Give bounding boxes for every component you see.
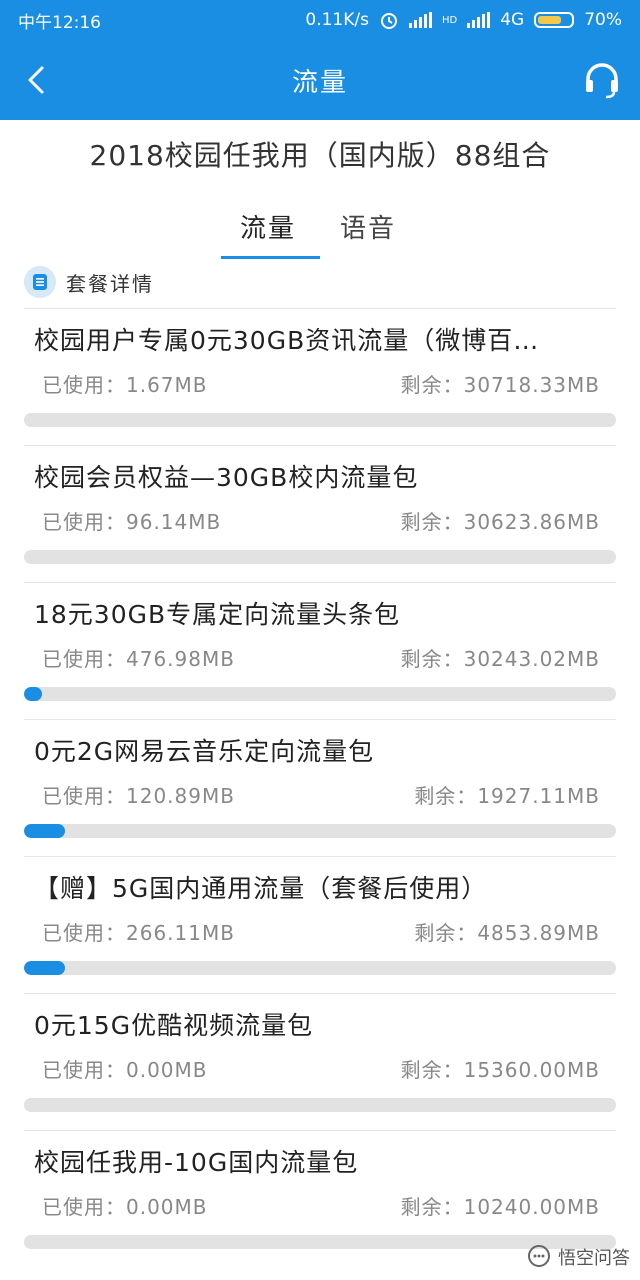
remain-label: 剩余： <box>400 647 464 671</box>
net-speed: 0.11K/s <box>305 10 369 30</box>
package-name: 校园任我用-10G国内流量包 <box>34 1148 359 1177</box>
network-type: 4G <box>500 10 525 30</box>
remaining-amount: 剩余：10240.00MB <box>401 1191 600 1220</box>
remain-value: 30243.02MB <box>463 647 600 671</box>
usage-progress-bar <box>24 550 616 564</box>
status-indicators: 0.11K/s HD 4G 70% <box>305 10 622 30</box>
package-name: 校园用户专属0元30GB资讯流量（微博百… <box>34 326 540 355</box>
package-name: 18元30GB专属定向流量头条包 <box>34 600 401 629</box>
remaining-amount: 剩余：30718.33MB <box>401 369 600 398</box>
status-bar: 中午12:16 0.11K/s HD 4G 70% <box>0 0 640 40</box>
package-name: 【赠】5G国内通用流量（套餐后使用） <box>34 874 488 903</box>
used-amount: 已使用：120.89MB <box>42 780 235 809</box>
watermark-text: 悟空问答 <box>558 1248 630 1269</box>
used-label: 已使用： <box>42 1195 126 1219</box>
used-label: 已使用： <box>42 510 126 534</box>
used-value: 266.11MB <box>126 921 235 945</box>
tab-voice[interactable]: 语音 <box>340 208 396 245</box>
package-name: 0元15G优酷视频流量包 <box>34 1011 314 1040</box>
document-icon <box>24 266 56 298</box>
usage-progress-bar <box>24 961 616 975</box>
used-value: 476.98MB <box>126 647 235 671</box>
usage-progress-bar <box>24 413 616 427</box>
used-label: 已使用： <box>42 647 126 671</box>
usage-progress-bar <box>24 687 616 701</box>
remain-label: 剩余： <box>400 373 464 397</box>
battery-icon <box>534 12 575 28</box>
used-value: 0.00MB <box>126 1195 208 1219</box>
remaining-amount: 剩余：1927.11MB <box>414 780 600 809</box>
remaining-amount: 剩余：4853.89MB <box>414 917 600 946</box>
package-name: 校园会员权益—30GB校内流量包 <box>34 463 419 492</box>
package-item[interactable]: 【赠】5G国内通用流量（套餐后使用） 已使用：266.11MB 剩余：4853.89… <box>24 856 616 993</box>
hd-badge: HD <box>441 14 458 26</box>
used-value: 0.00MB <box>126 1058 208 1082</box>
package-list: 校园用户专属0元30GB资讯流量（微博百… 已使用：1.67MB 剩余：30718.… <box>0 308 640 1267</box>
usage-progress-fill <box>24 961 66 975</box>
used-amount: 已使用：0.00MB <box>42 1054 208 1083</box>
remain-label: 剩余： <box>400 1058 464 1082</box>
remaining-amount: 剩余：30623.86MB <box>401 506 600 535</box>
status-time: 中午12:16 <box>18 12 101 33</box>
usage-progress-fill <box>24 687 42 701</box>
nav-bar: 流量 <box>0 40 640 120</box>
remain-label: 剩余： <box>414 921 478 945</box>
tab-bar: 流量 语音 <box>0 200 640 260</box>
used-amount: 已使用：96.14MB <box>42 506 221 535</box>
package-item[interactable]: 0元2G网易云音乐定向流量包已使用：120.89MB 剩余：1927.11MB <box>24 719 616 856</box>
used-amount: 已使用：476.98MB <box>42 643 235 672</box>
used-label: 已使用： <box>42 373 126 397</box>
page-title: 流量 <box>291 68 348 98</box>
remaining-amount: 剩余：30243.02MB <box>401 643 600 672</box>
used-amount: 已使用：0.00MB <box>42 1191 208 1220</box>
used-amount: 已使用：1.67MB <box>42 369 208 398</box>
remain-value: 4853.89MB <box>477 921 600 945</box>
signal-icon <box>408 12 432 28</box>
remain-label: 剩余： <box>414 784 478 808</box>
remain-value: 10240.00MB <box>463 1195 600 1219</box>
package-item[interactable]: 校园用户专属0元30GB资讯流量（微博百… 已使用：1.67MB 剩余：30718.… <box>24 308 616 445</box>
used-label: 已使用： <box>42 921 126 945</box>
used-label: 已使用： <box>42 1058 126 1082</box>
plan-title: 2018校园任我用（国内版）88组合 <box>89 139 551 172</box>
tab-data[interactable]: 流量 <box>240 208 296 245</box>
alarm-icon <box>380 13 397 29</box>
section-label: 套餐详情 <box>66 271 154 296</box>
package-item[interactable]: 18元30GB专属定向流量头条包已使用：476.98MB 剩余：30243.02M… <box>24 582 616 719</box>
battery-percent: 70% <box>584 10 622 30</box>
usage-progress-bar <box>24 1098 616 1112</box>
used-value: 120.89MB <box>126 784 235 808</box>
remain-value: 1927.11MB <box>477 784 600 808</box>
used-amount: 已使用：266.11MB <box>42 917 235 946</box>
headset-icon[interactable] <box>582 60 622 100</box>
remain-value: 30718.33MB <box>463 373 600 397</box>
remain-value: 15360.00MB <box>463 1058 600 1082</box>
chat-bubble-icon <box>528 1245 550 1267</box>
remain-label: 剩余： <box>400 510 464 534</box>
package-item[interactable]: 0元15G优酷视频流量包已使用：0.00MB 剩余：15360.00MB <box>24 993 616 1130</box>
used-label: 已使用： <box>42 784 126 808</box>
signal-icon-2 <box>467 12 491 28</box>
usage-progress-fill <box>24 824 66 838</box>
tab-active-indicator <box>221 256 320 259</box>
package-item[interactable]: 校园会员权益—30GB校内流量包已使用：96.14MB 剩余：30623.86MB <box>24 445 616 582</box>
section-header: 套餐详情 <box>24 264 154 300</box>
used-value: 96.14MB <box>126 510 222 534</box>
usage-progress-bar <box>24 824 616 838</box>
package-name: 0元2G网易云音乐定向流量包 <box>34 737 375 766</box>
remain-label: 剩余： <box>400 1195 464 1219</box>
used-value: 1.67MB <box>126 373 208 397</box>
remain-value: 30623.86MB <box>463 510 600 534</box>
remaining-amount: 剩余：15360.00MB <box>401 1054 600 1083</box>
watermark: 悟空问答 <box>526 1244 630 1270</box>
